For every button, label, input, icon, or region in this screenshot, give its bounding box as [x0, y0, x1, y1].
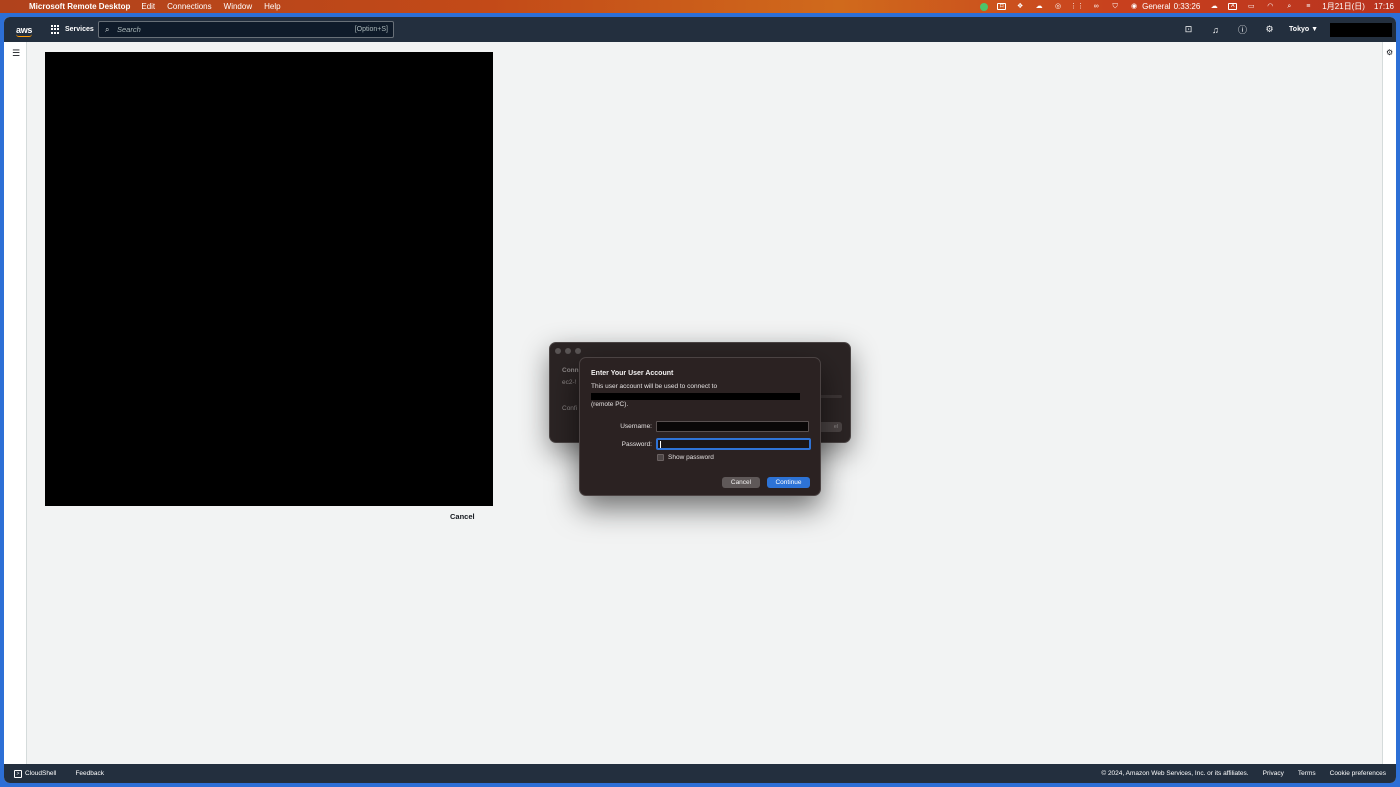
- notifications-bell-icon[interactable]: ♫: [1202, 25, 1229, 35]
- aws-top-nav: aws Services ⌕ [Option+S] ⊡ ♫ ⓘ ⚙ Tokyo …: [4, 17, 1396, 42]
- search-icon: ⌕: [105, 24, 110, 34]
- connection-title-fragment: Conn: [562, 367, 579, 374]
- username-label: Username:: [620, 423, 652, 430]
- app-menu-name[interactable]: Microsoft Remote Desktop: [29, 2, 130, 11]
- user-account-dialog: Enter Your User Account This user accoun…: [579, 357, 821, 496]
- search-bar[interactable]: ⌕ [Option+S]: [98, 21, 394, 38]
- creative-cloud-icon[interactable]: ∞: [1091, 3, 1101, 11]
- menu-edit[interactable]: Edit: [141, 2, 155, 11]
- region-selector[interactable]: Tokyo ▼: [1289, 26, 1318, 33]
- connection-config-fragment: Confi: [562, 405, 578, 412]
- privacy-link[interactable]: Privacy: [1263, 770, 1284, 777]
- dropbox-icon[interactable]: ❖: [1015, 3, 1025, 11]
- dialog-title: Enter Your User Account: [591, 370, 674, 377]
- aws-logo[interactable]: aws: [16, 25, 36, 37]
- remote-pc-suffix: (remote PC).: [591, 401, 629, 408]
- redacted-host: [591, 393, 800, 400]
- show-password-toggle[interactable]: Show password: [657, 454, 714, 461]
- calendar-icon[interactable]: 日: [997, 3, 1007, 10]
- zoom-window-icon[interactable]: [575, 348, 581, 354]
- settings-panel-icon[interactable]: ⚙: [1386, 48, 1393, 57]
- redacted-content-panel: [45, 52, 493, 506]
- cloudshell-label: CloudShell: [25, 770, 57, 777]
- settings-gear-icon[interactable]: ⚙: [1256, 24, 1283, 35]
- shield-status-icon[interactable]: ⛉: [1110, 3, 1120, 11]
- line-app-icon[interactable]: [980, 2, 989, 11]
- cloud-icon[interactable]: ☁: [1034, 3, 1044, 11]
- cloudshell-footer-icon: >: [14, 769, 22, 778]
- spotlight-search-icon[interactable]: ⌕: [1284, 3, 1294, 11]
- close-window-icon[interactable]: [555, 348, 561, 354]
- macos-menu-bar: Microsoft Remote Desktop Edit Connection…: [0, 0, 1400, 13]
- minimize-window-icon[interactable]: [565, 348, 571, 354]
- right-side-rail: ⚙: [1382, 42, 1396, 764]
- wifi-icon[interactable]: ◠: [1265, 3, 1275, 11]
- password-label: Password:: [621, 441, 652, 448]
- window-traffic-lights: [555, 348, 581, 354]
- menu-bar-extras: 日 ❖ ☁ ◎ ⋮⋮ ∞ ⛉ ◉ General 0:33:26 ☁ A ▭ ◠…: [980, 0, 1394, 13]
- help-icon[interactable]: ⓘ: [1229, 23, 1256, 36]
- connection-cancel-button[interactable]: el: [818, 422, 842, 432]
- search-input[interactable]: [117, 25, 347, 34]
- focus-timer-value: 0:33:26: [1173, 2, 1201, 11]
- cloudshell-icon[interactable]: ⊡: [1175, 24, 1202, 35]
- search-shortcut-hint: [Option+S]: [354, 26, 388, 33]
- aws-footer: > CloudShell Feedback © 2024, Amazon Web…: [4, 764, 1396, 783]
- menu-window[interactable]: Window: [224, 2, 252, 11]
- sync-icon[interactable]: ◎: [1053, 3, 1063, 11]
- dialog-description: This user account will be used to connec…: [591, 383, 718, 390]
- cloudshell-footer-button[interactable]: > CloudShell: [14, 769, 57, 778]
- connection-host-fragment: ec2-!: [562, 379, 577, 386]
- control-center-icon[interactable]: ≡: [1303, 3, 1313, 11]
- aws-logo-smile: [16, 34, 32, 37]
- cancel-button[interactable]: Cancel: [722, 477, 760, 488]
- input-source-icon[interactable]: A: [1228, 3, 1238, 10]
- left-side-rail: ☰: [4, 42, 27, 764]
- focus-icon: ◉: [1131, 3, 1138, 10]
- menu-bar-date[interactable]: 1月21日(日): [1322, 1, 1365, 12]
- feedback-link[interactable]: Feedback: [75, 770, 104, 777]
- hamburger-menu-icon[interactable]: ☰: [12, 48, 20, 59]
- text-caret: [660, 441, 661, 448]
- focus-timer[interactable]: ◉ General 0:33:26: [1129, 2, 1200, 11]
- cloud-sync-icon[interactable]: ☁: [1209, 3, 1219, 11]
- background-cancel-button[interactable]: Cancel: [450, 512, 475, 521]
- terms-link[interactable]: Terms: [1298, 770, 1316, 777]
- header-actions: ⊡ ♫ ⓘ ⚙ Tokyo ▼: [1175, 17, 1396, 42]
- continue-button[interactable]: Continue: [767, 477, 810, 488]
- services-menu-button[interactable]: Services: [51, 25, 94, 34]
- services-grid-icon: [51, 25, 60, 34]
- battery-icon[interactable]: ▭: [1246, 3, 1256, 11]
- menu-bar-time[interactable]: 17:16: [1374, 2, 1394, 11]
- menu-connections[interactable]: Connections: [167, 2, 211, 11]
- account-menu-redacted[interactable]: [1330, 22, 1392, 37]
- show-password-checkbox[interactable]: [657, 454, 664, 461]
- menu-help[interactable]: Help: [264, 2, 280, 11]
- username-field[interactable]: [656, 421, 809, 432]
- focus-label: General: [1142, 2, 1171, 11]
- services-label: Services: [65, 26, 94, 33]
- cookie-preferences-link[interactable]: Cookie preferences: [1330, 770, 1386, 777]
- footer-links: © 2024, Amazon Web Services, Inc. or its…: [1101, 770, 1386, 777]
- password-field[interactable]: [656, 438, 811, 450]
- copyright-text: © 2024, Amazon Web Services, Inc. or its…: [1101, 770, 1249, 777]
- show-password-label: Show password: [668, 454, 714, 461]
- grid-dots-icon[interactable]: ⋮⋮: [1070, 3, 1084, 11]
